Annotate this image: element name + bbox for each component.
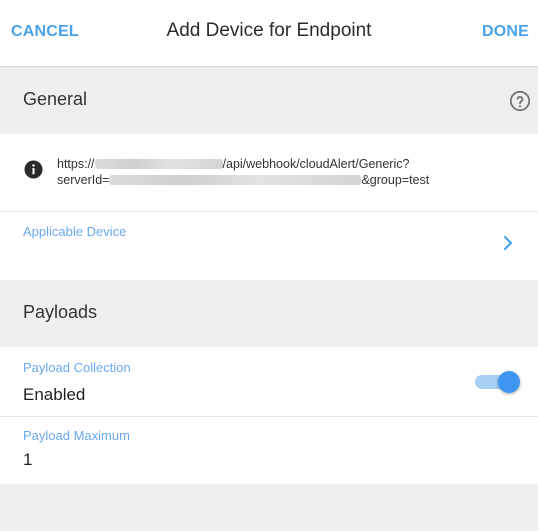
top-bar: CANCEL Add Device for Endpoint DONE xyxy=(0,0,538,67)
payload-maximum-value[interactable]: 1 xyxy=(23,450,32,470)
info-icon xyxy=(24,160,43,179)
applicable-device-row[interactable] xyxy=(0,212,538,280)
chevron-right-icon[interactable] xyxy=(501,235,515,251)
question-circle-icon[interactable] xyxy=(509,90,531,112)
group-param: &group=test xyxy=(361,173,430,187)
general-section-title: General xyxy=(23,89,88,109)
toggle-knob xyxy=(498,371,520,393)
redacted-host xyxy=(94,159,223,169)
payload-collection-value: Enabled xyxy=(23,385,86,404)
redacted-server-id xyxy=(109,175,362,185)
webhook-url-line-1: https:// /api/webhook/cloudAlert/Generic? xyxy=(57,157,409,171)
url-path: /api/webhook/cloudAlert/Generic? xyxy=(222,157,410,171)
payloads-section-header: Payloads xyxy=(0,280,538,347)
general-section-header: General xyxy=(0,67,538,133)
page-title: Add Device for Endpoint xyxy=(166,20,372,41)
payload-maximum-label: Payload Maximum xyxy=(23,428,130,443)
url-prefix: https:// xyxy=(57,157,95,171)
payload-collection-label: Payload Collection xyxy=(23,360,131,375)
server-id-key: serverId= xyxy=(57,173,110,187)
payloads-section-title: Payloads xyxy=(23,302,98,322)
done-button[interactable]: DONE xyxy=(482,23,529,41)
applicable-device-label: Applicable Device xyxy=(23,224,127,239)
webhook-url-line-2: serverId= &group=test xyxy=(57,173,429,187)
divider xyxy=(0,416,538,417)
payload-collection-toggle[interactable] xyxy=(474,371,522,393)
